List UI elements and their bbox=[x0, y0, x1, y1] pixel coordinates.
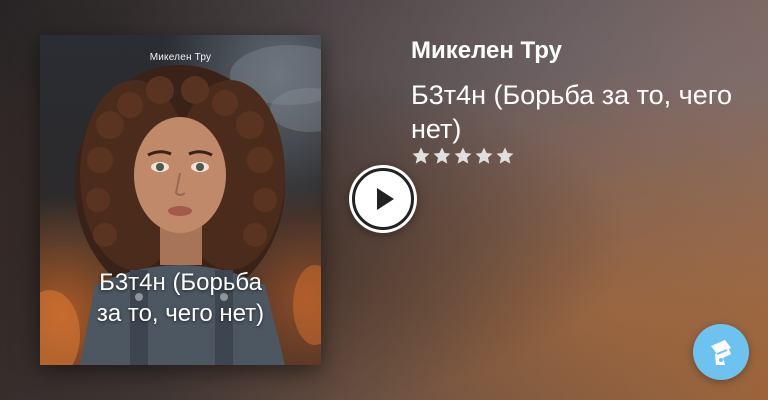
play-button[interactable] bbox=[349, 165, 417, 233]
app-logo-button[interactable] bbox=[693, 324, 749, 380]
cover-title-line-1: Б3т4н (Борьба bbox=[99, 269, 262, 296]
star-rating bbox=[411, 146, 515, 166]
play-icon bbox=[377, 188, 394, 210]
cover-title: Б3т4н (Борьба за то, чего нет) bbox=[40, 267, 321, 329]
player-card: Микелен Тру Б3т4н (Борьба за то, чего не… bbox=[0, 0, 768, 400]
book-title[interactable]: Б3т4н (Борьба за то, чего нет) bbox=[411, 78, 751, 146]
author-name[interactable]: Микелен Тру bbox=[411, 37, 562, 65]
star-icon bbox=[496, 147, 514, 164]
book-cover[interactable]: Микелен Тру Б3т4н (Борьба за то, чего не… bbox=[40, 35, 321, 365]
star-icon bbox=[475, 147, 493, 164]
play-button-ring bbox=[352, 168, 414, 230]
star-icon bbox=[412, 147, 430, 164]
star-icon bbox=[433, 147, 451, 164]
cover-title-line-2: за то, чего нет) bbox=[96, 300, 265, 327]
cover-author: Микелен Тру bbox=[149, 52, 212, 63]
star-icon bbox=[454, 147, 472, 164]
hat-logo-icon bbox=[711, 340, 731, 365]
